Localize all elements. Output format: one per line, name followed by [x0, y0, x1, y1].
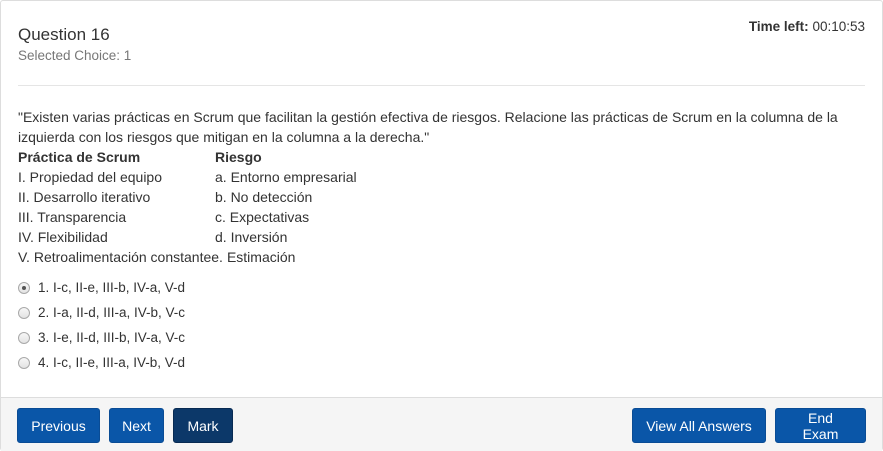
answer-choice-1[interactable]: 1. I-c, II-e, III-b, IV-a, V-d: [18, 275, 185, 300]
timer: Time left: 00:10:53: [749, 19, 865, 34]
previous-button[interactable]: Previous: [17, 408, 100, 443]
exam-panel: Question 16 Selected Choice: 1 Time left…: [0, 0, 883, 451]
question-header: Question 16 Selected Choice: 1 Time left…: [18, 19, 865, 85]
time-left-value: 00:10:53: [812, 19, 865, 34]
mark-button[interactable]: Mark: [173, 408, 233, 443]
navigation-footer: Previous Next Mark View All Answers End …: [1, 397, 882, 451]
answer-choices: 1. I-c, II-e, III-b, IV-a, V-d 2. I-a, I…: [18, 275, 185, 375]
matching-table: Práctica de Scrum Riesgo I. Propiedad de…: [18, 147, 862, 267]
table-row: I. Propiedad del equipo a. Entorno empre…: [18, 167, 862, 187]
answer-choice-3[interactable]: 3. I-e, II-d, III-b, IV-a, V-c: [18, 325, 185, 350]
choice-label: 3. I-e, II-d, III-b, IV-a, V-c: [38, 330, 186, 345]
table-row: V. Retroalimentación constantee. Estimac…: [18, 247, 862, 267]
view-all-answers-button[interactable]: View All Answers: [632, 408, 766, 443]
radio-button[interactable]: [18, 306, 30, 319]
matching-table-header: Práctica de Scrum Riesgo: [18, 147, 862, 167]
column-a-header: Práctica de Scrum: [18, 149, 141, 165]
question-title: Question 16: [18, 25, 110, 44]
table-row: II. Desarrollo iterativo b. No detección: [18, 187, 862, 207]
risk-cell: a. Entorno empresarial: [215, 169, 357, 185]
practice-cell: V. Retroalimentación constantee.: [18, 249, 223, 265]
risk-cell: c. Expectativas: [215, 209, 310, 225]
practice-cell: I. Propiedad del equipo: [18, 169, 162, 185]
selected-choice-text: Selected Choice: 1: [18, 48, 132, 63]
practice-cell: IV. Flexibilidad: [18, 229, 108, 245]
radio-button[interactable]: [18, 356, 30, 369]
choice-label: 2. I-a, II-d, III-a, IV-b, V-c: [38, 305, 186, 320]
radio-button[interactable]: [18, 331, 30, 344]
choice-label: 4. I-c, II-e, III-a, IV-b, V-d: [38, 355, 186, 370]
risk-cell: Estimación: [226, 249, 296, 265]
answer-choice-4[interactable]: 4. I-c, II-e, III-a, IV-b, V-d: [18, 350, 185, 375]
risk-cell: b. No detección: [215, 189, 313, 205]
question-text: "Existen varias prácticas en Scrum que f…: [18, 109, 838, 145]
answer-choice-2[interactable]: 2. I-a, II-d, III-a, IV-b, V-c: [18, 300, 185, 325]
practice-cell: III. Transparencia: [18, 209, 127, 225]
risk-cell: d. Inversión: [215, 229, 288, 245]
radio-button-selected[interactable]: [18, 281, 30, 294]
end-exam-button[interactable]: End Exam: [775, 408, 866, 443]
header-divider: [18, 85, 865, 86]
column-b-header: Riesgo: [215, 149, 262, 165]
table-row: IV. Flexibilidad d. Inversión: [18, 227, 862, 247]
time-left-label: Time left:: [748, 19, 809, 34]
table-row: III. Transparencia c. Expectativas: [18, 207, 862, 227]
question-body: "Existen varias prácticas en Scrum que f…: [18, 107, 862, 267]
choice-label: 1. I-c, II-e, III-b, IV-a, V-d: [38, 280, 186, 295]
practice-cell: II. Desarrollo iterativo: [18, 189, 151, 205]
next-button[interactable]: Next: [109, 408, 164, 443]
